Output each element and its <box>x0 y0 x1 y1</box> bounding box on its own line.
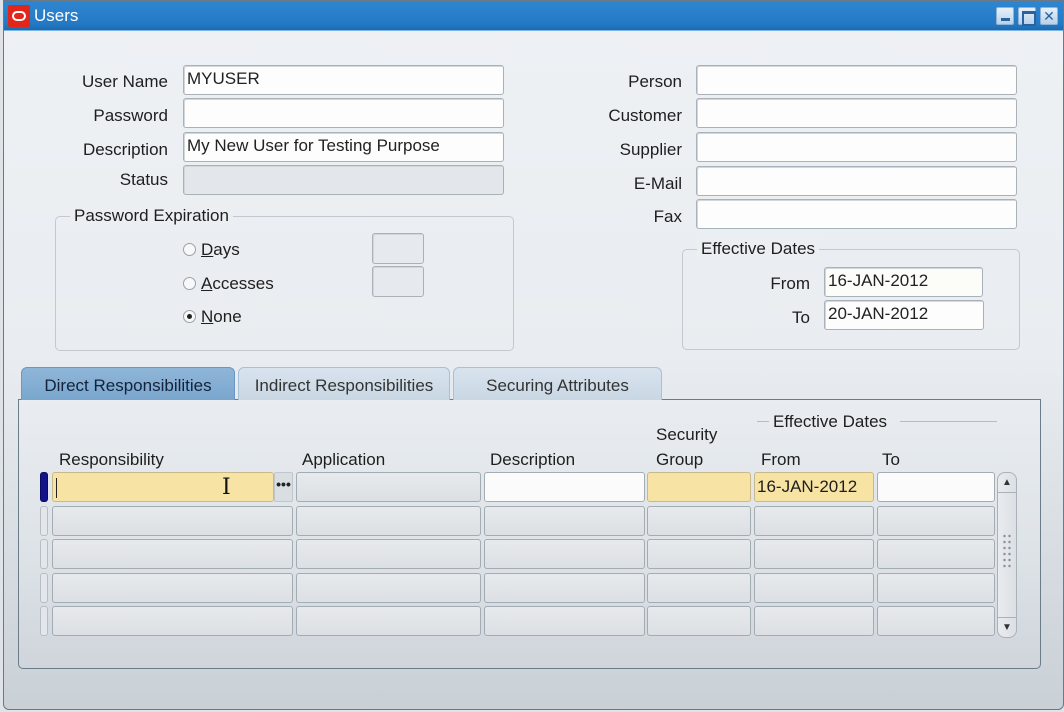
cell-to[interactable] <box>877 606 995 636</box>
cell-from[interactable] <box>754 539 874 569</box>
tab-direct-responsibilities[interactable]: Direct Responsibilities <box>21 367 235 400</box>
person-label: Person <box>628 72 682 91</box>
customer-label: Customer <box>608 106 682 125</box>
days-label: ays <box>213 240 240 259</box>
row-indicator[interactable] <box>40 539 48 569</box>
close-button[interactable]: ✕ <box>1040 7 1058 25</box>
minimize-button[interactable] <box>996 7 1014 25</box>
cell-description[interactable] <box>484 606 645 636</box>
cell-responsibility[interactable] <box>52 539 293 569</box>
password-label: Password <box>93 106 168 125</box>
cell-from[interactable] <box>754 506 874 536</box>
row-indicator[interactable] <box>40 606 48 636</box>
col-responsibility: Responsibility <box>59 450 164 469</box>
none-label: one <box>213 307 242 326</box>
scroll-grip-icon[interactable] <box>1002 533 1012 569</box>
cell-to[interactable] <box>877 573 995 603</box>
grid-vertical-scrollbar[interactable]: ▲ ▼ <box>997 472 1017 638</box>
cell-from[interactable] <box>754 573 874 603</box>
accesses-label: ccesses <box>212 274 274 293</box>
cell-responsibility[interactable] <box>52 472 274 502</box>
current-row-indicator[interactable] <box>40 472 48 502</box>
user-name-field[interactable]: MYUSER <box>183 65 504 95</box>
cell-to[interactable] <box>877 472 995 502</box>
scroll-up-icon[interactable]: ▲ <box>998 473 1016 493</box>
row-indicator[interactable] <box>40 573 48 603</box>
cell-to[interactable] <box>877 539 995 569</box>
password-expiration-group: Password Expiration <box>55 206 514 351</box>
cell-from[interactable]: 16-JAN-2012 <box>754 472 874 502</box>
col-application: Application <box>302 450 386 469</box>
col-from: From <box>761 450 801 469</box>
user-name-label: User Name <box>82 72 168 91</box>
cell-to[interactable] <box>877 506 995 536</box>
to-date-field[interactable]: 20-JAN-2012 <box>824 300 984 330</box>
from-label: From <box>770 274 810 293</box>
email-label: E-Mail <box>633 174 682 193</box>
password-field[interactable] <box>183 98 504 128</box>
cell-description[interactable] <box>484 539 645 569</box>
col-security-line1: Security <box>656 425 718 444</box>
cell-description[interactable] <box>484 506 645 536</box>
fax-label: Fax <box>653 207 682 226</box>
list-of-values-button[interactable]: ••• <box>274 472 293 502</box>
grid-effective-dates-header: Effective Dates <box>773 412 888 431</box>
cell-from[interactable] <box>754 606 874 636</box>
cell-security-group[interactable] <box>647 573 751 603</box>
fax-field[interactable] <box>696 199 1017 229</box>
col-security-line2: Group <box>656 450 704 469</box>
text-caret <box>56 478 57 498</box>
effective-dates-rule-right <box>900 421 997 422</box>
cell-security-group[interactable] <box>647 472 751 502</box>
days-field[interactable] <box>372 233 424 264</box>
cell-application[interactable] <box>296 606 481 636</box>
accesses-mnemonic: A <box>201 274 213 293</box>
oracle-logo-icon <box>8 5 30 27</box>
person-field[interactable] <box>696 65 1017 95</box>
col-description: Description <box>490 450 576 469</box>
email-field[interactable] <box>696 166 1017 196</box>
cell-description[interactable] <box>484 472 645 502</box>
supplier-label: Supplier <box>619 140 682 159</box>
cell-responsibility[interactable] <box>52 506 293 536</box>
effective-dates-rule-left <box>757 421 769 422</box>
row-indicator[interactable] <box>40 506 48 536</box>
description-field[interactable]: My New User for Testing Purpose <box>183 132 504 162</box>
ibeam-cursor-icon: I <box>222 475 231 500</box>
tab-securing-attributes[interactable]: Securing Attributes <box>453 367 662 400</box>
supplier-field[interactable] <box>696 132 1017 162</box>
accesses-field[interactable] <box>372 266 424 297</box>
from-date-field[interactable]: 16-JAN-2012 <box>824 267 983 297</box>
cell-responsibility[interactable] <box>52 606 293 636</box>
col-to: To <box>882 450 900 469</box>
cell-application[interactable] <box>296 472 481 502</box>
password-expiration-title: Password Expiration <box>70 206 233 226</box>
title-bar: Users ✕ <box>4 1 1063 31</box>
none-mnemonic: N <box>201 307 214 326</box>
days-mnemonic: D <box>201 240 214 259</box>
radio-accesses-button[interactable] <box>183 277 196 290</box>
cell-application[interactable] <box>296 506 481 536</box>
cell-responsibility[interactable] <box>52 573 293 603</box>
status-label: Status <box>119 170 168 189</box>
maximize-button[interactable] <box>1018 7 1036 26</box>
radio-days-button[interactable] <box>183 243 196 256</box>
status-field <box>183 165 504 195</box>
customer-field[interactable] <box>696 98 1017 128</box>
scroll-down-icon[interactable]: ▼ <box>998 617 1016 637</box>
cell-security-group[interactable] <box>647 606 751 636</box>
cell-application[interactable] <box>296 539 481 569</box>
radio-none-button[interactable] <box>183 310 196 323</box>
cell-security-group[interactable] <box>647 506 751 536</box>
tab-indirect-responsibilities[interactable]: Indirect Responsibilities <box>238 367 450 400</box>
cell-security-group[interactable] <box>647 539 751 569</box>
window-title: Users <box>34 6 79 25</box>
cell-description[interactable] <box>484 573 645 603</box>
cell-application[interactable] <box>296 573 481 603</box>
effective-dates-title: Effective Dates <box>697 239 820 259</box>
to-label: To <box>792 308 810 327</box>
description-label: Description <box>82 140 168 159</box>
